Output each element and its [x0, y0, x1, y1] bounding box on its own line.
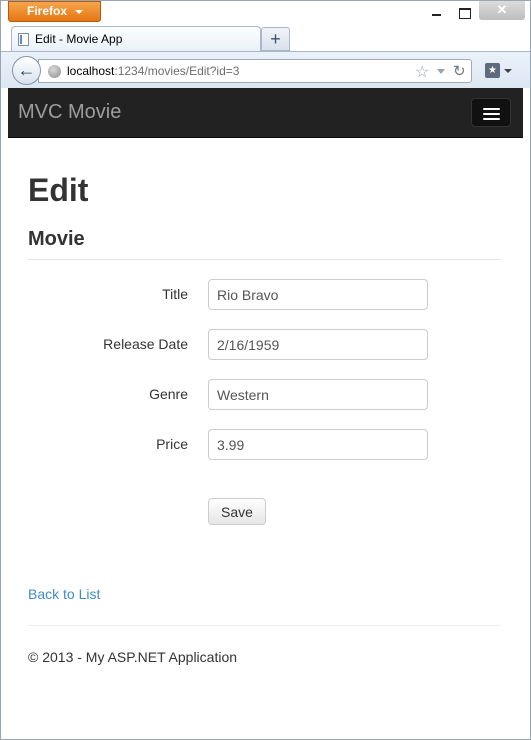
title-label: Title [162, 286, 188, 302]
star-icon[interactable]: ☆ [415, 62, 429, 82]
navbar-toggle-button[interactable] [471, 98, 511, 127]
url-bar[interactable]: localhost:1234/movies/Edit?id=3 ☆ ↻ [38, 59, 472, 83]
bookmarks-icon: ★ [485, 63, 500, 78]
form-row-genre: Genre [28, 379, 501, 411]
genre-input[interactable] [208, 379, 428, 410]
chevron-down-icon [75, 10, 83, 14]
back-button[interactable]: ← [12, 56, 41, 85]
tab-title: Edit - Movie App [35, 32, 123, 46]
form-row-release-date: Release Date [28, 329, 501, 361]
close-window-button[interactable]: ✕ [479, 1, 525, 20]
footer-text: © 2013 - My ASP.NET Application [28, 649, 238, 665]
firefox-menu-button[interactable]: Firefox [8, 1, 101, 22]
tab-edit-movie[interactable]: Edit - Movie App [11, 26, 261, 52]
footer-divider [28, 625, 501, 626]
save-button[interactable]: Save [208, 498, 266, 525]
browser-window: Firefox ✕ Edit - Movie App + localhost:1… [0, 0, 531, 740]
price-label: Price [156, 436, 188, 452]
back-to-list-link[interactable]: Back to List [28, 586, 100, 602]
genre-label: Genre [149, 386, 188, 402]
release-date-label: Release Date [103, 336, 188, 352]
section-title: Movie [28, 228, 85, 250]
form-row-price: Price [28, 429, 501, 461]
form-row-title: Title [28, 279, 501, 311]
maximize-button[interactable] [451, 3, 477, 21]
chevron-down-icon [504, 69, 512, 73]
divider [28, 259, 501, 260]
url-history-dropdown-icon[interactable] [437, 69, 445, 74]
brand-link[interactable]: MVC Movie [18, 101, 121, 124]
web-page: MVC Movie Edit Movie Title Release Date … [8, 88, 523, 731]
hamburger-icon [483, 118, 500, 120]
hamburger-icon [483, 113, 500, 115]
title-input[interactable] [208, 279, 428, 310]
new-tab-button[interactable]: + [261, 27, 290, 51]
url-host: localhost [67, 64, 115, 78]
reload-icon[interactable]: ↻ [453, 62, 466, 80]
url-path: :1234/movies/Edit?id=3 [114, 64, 240, 78]
page-title: Edit [28, 172, 89, 208]
minimize-button[interactable] [423, 3, 449, 21]
globe-icon [48, 65, 61, 78]
price-input[interactable] [208, 429, 428, 460]
url-text: localhost:1234/movies/Edit?id=3 [67, 64, 239, 78]
title-bar: Firefox ✕ [1, 1, 530, 23]
page-icon [18, 33, 29, 46]
hamburger-icon [483, 108, 500, 110]
bookmarks-menu-button[interactable]: ★ [480, 59, 516, 83]
back-arrow-icon: ← [17, 60, 36, 80]
firefox-menu-label: Firefox [27, 4, 68, 18]
app-navbar: MVC Movie [8, 88, 523, 138]
release-date-input[interactable] [208, 329, 428, 360]
navigation-toolbar: localhost:1234/movies/Edit?id=3 ☆ ↻ ← ★ [1, 51, 530, 88]
tab-strip: Edit - Movie App + [1, 23, 530, 52]
